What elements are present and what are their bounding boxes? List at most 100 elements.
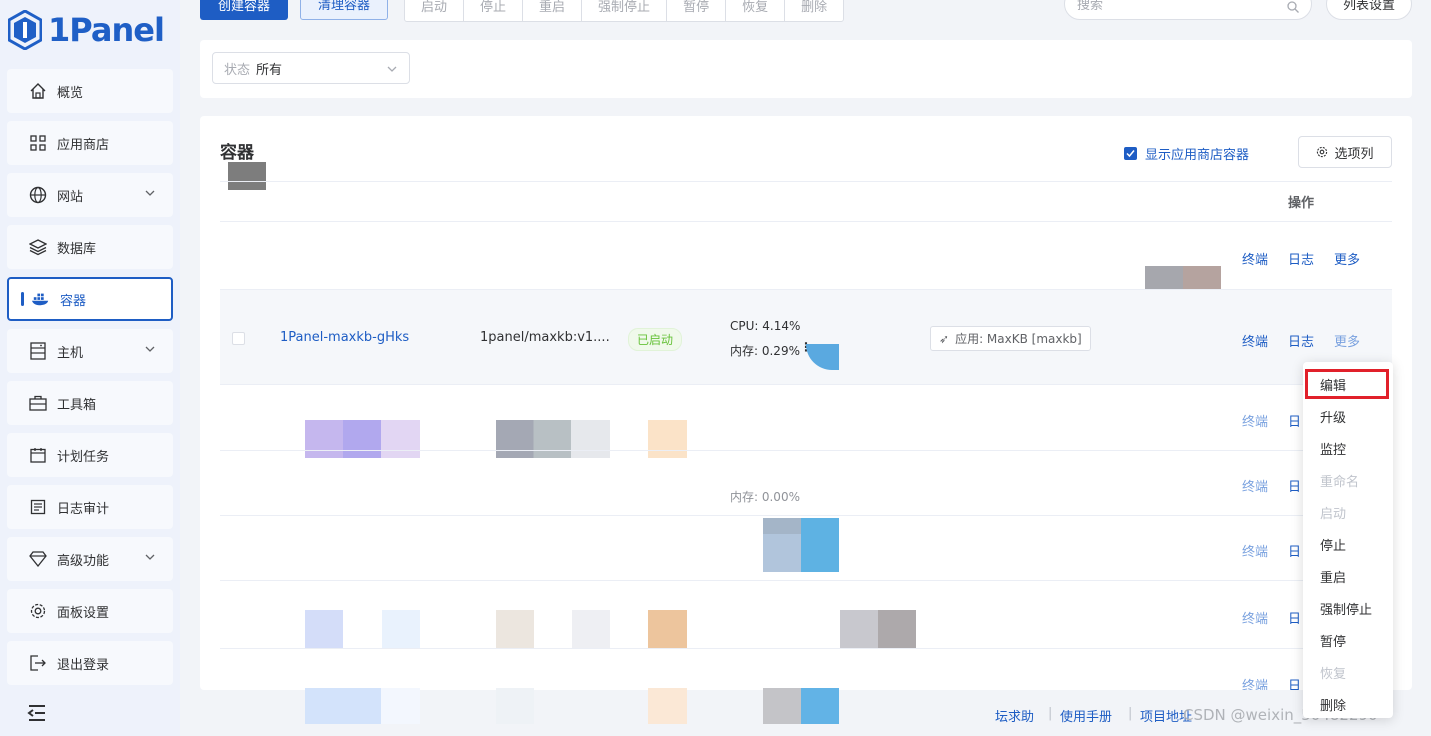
clean-container-button[interactable]: 清理容器 [300, 0, 388, 20]
sidebar-item-database[interactable]: 数据库 [7, 225, 173, 269]
app-tag-label: 应用: MaxKB [maxkb] [955, 332, 1082, 346]
sidebar-item-container[interactable]: 容器 [7, 277, 173, 321]
batch-restart-button[interactable]: 重启 [523, 0, 583, 21]
log-link[interactable]: 日志 [1288, 331, 1314, 350]
sidebar-item-label: 计划任务 [57, 449, 110, 465]
search-placeholder: 搜索 [1077, 0, 1104, 13]
dropdown-item-pause[interactable]: 暂停 [1320, 631, 1346, 650]
mosaic-block [648, 610, 687, 648]
sidebar-item-label: 高级功能 [57, 553, 110, 569]
more-link[interactable]: 更多 [1334, 331, 1360, 350]
sidebar-item-app-store[interactable]: 应用商店 [7, 121, 173, 165]
dropdown-item-restart[interactable]: 重启 [1320, 567, 1346, 586]
sidebar-item-label: 面板设置 [57, 605, 110, 621]
sidebar-item-advanced[interactable]: 高级功能 [7, 537, 173, 581]
dropdown-item-edit[interactable]: 编辑 [1320, 375, 1346, 394]
chevron-down-icon [145, 346, 155, 352]
dropdown-item-kill[interactable]: 强制停止 [1320, 599, 1372, 618]
log-link[interactable]: 日 [1288, 476, 1301, 495]
terminal-link[interactable]: 终端 [1242, 608, 1268, 627]
sidebar-item-panel-settings[interactable]: 面板设置 [7, 589, 173, 633]
row-checkbox[interactable] [232, 332, 245, 345]
terminal-link[interactable]: 终端 [1242, 331, 1268, 350]
sidebar-item-logout[interactable]: 退出登录 [7, 641, 173, 685]
dropdown-item-resume: 恢复 [1320, 667, 1347, 682]
sidebar-item-label: 主机 [57, 345, 84, 361]
collapse-menu-icon[interactable] [27, 704, 47, 722]
sidebar-item-label: 日志审计 [57, 501, 110, 517]
gear-icon [1317, 146, 1328, 158]
sidebar-item-label: 工具箱 [57, 397, 97, 413]
container-table-card: 容器 显示应用商店容器 选项列 操作 终端 日志 更多 1Panel-maxkb… [200, 116, 1412, 690]
log-link[interactable]: 日 [1288, 411, 1301, 430]
chevron-down-icon [387, 66, 397, 72]
log-link[interactable]: 日 [1288, 541, 1301, 560]
mosaic-block [763, 688, 839, 724]
logo[interactable]: 1Panel [8, 10, 165, 50]
batch-kill-button[interactable]: 强制停止 [582, 0, 668, 21]
more-dropdown-menu: 编辑 升级 监控 重命名 启动 停止 重启 强制停止 暂停 恢复 删除 [1303, 362, 1393, 718]
dropdown-item-upgrade[interactable]: 升级 [1320, 407, 1346, 426]
search-icon[interactable] [1287, 1, 1299, 13]
batch-stop-button[interactable]: 停止 [464, 0, 524, 21]
dropdown-item-stop[interactable]: 停止 [1320, 535, 1346, 554]
sidebar: 1Panel 概览 应用商店 网站 数据库 容器 主机 工具箱 计划任务 日志审… [0, 0, 180, 736]
batch-pause-button[interactable]: 暂停 [667, 0, 727, 21]
sidebar-item-label: 网站 [57, 189, 84, 205]
columns-button[interactable]: 选项列 [1298, 136, 1392, 168]
logo-text: 1Panel [48, 11, 165, 49]
cpu-usage: CPU: 4.14% [730, 319, 801, 333]
chevron-down-icon [145, 190, 155, 196]
checkbox-checked-icon [1124, 147, 1137, 160]
terminal-link[interactable]: 终端 [1242, 541, 1268, 560]
container-name-link[interactable]: 1Panel-maxkb-gHks [280, 330, 409, 345]
mosaic-block [382, 610, 420, 648]
toolbar: 创建容器 清理容器 启动 停止 重启 强制停止 暂停 恢复 删除 搜索 列表设置 [180, 0, 1431, 30]
mosaic-block [763, 534, 801, 572]
table-divider [220, 648, 1392, 649]
list-settings-button[interactable]: 列表设置 [1326, 0, 1412, 20]
show-app-containers-checkbox[interactable]: 显示应用商店容器 [1124, 144, 1249, 163]
sidebar-item-log-audit[interactable]: 日志审计 [7, 485, 173, 529]
mosaic-block [496, 420, 610, 458]
status-filter-select[interactable]: 状态 所有 [212, 52, 410, 84]
batch-resume-button[interactable]: 恢复 [726, 0, 786, 21]
batch-delete-button[interactable]: 删除 [785, 0, 843, 21]
mosaic-block [648, 420, 687, 458]
grid-icon [29, 134, 47, 152]
diamond-icon [29, 550, 47, 568]
footer-manual-link[interactable]: 使用手册 [1060, 706, 1112, 725]
terminal-link[interactable]: 终端 [1242, 476, 1268, 495]
table-divider [220, 515, 1392, 516]
log-link[interactable]: 日 [1288, 608, 1301, 627]
more-link[interactable]: 更多 [1334, 249, 1360, 268]
logo-hexagon-icon [8, 10, 42, 50]
log-link[interactable]: 日志 [1288, 249, 1314, 268]
sidebar-item-label: 应用商店 [57, 137, 110, 153]
create-container-button[interactable]: 创建容器 [200, 0, 288, 20]
docker-icon [32, 290, 50, 308]
sidebar-item-label: 退出登录 [57, 657, 110, 673]
mosaic-block [572, 610, 610, 648]
sidebar-item-toolbox[interactable]: 工具箱 [7, 381, 173, 425]
footer-forum-link[interactable]: 坛求助 [995, 706, 1034, 725]
app-tag[interactable]: ➶ 应用: MaxKB [maxkb] [930, 326, 1091, 351]
sidebar-item-label: 概览 [57, 85, 84, 101]
batch-start-button[interactable]: 启动 [405, 0, 465, 21]
dropdown-item-monitor[interactable]: 监控 [1320, 439, 1346, 458]
sidebar-item-host[interactable]: 主机 [7, 329, 173, 373]
sidebar-item-overview[interactable]: 概览 [7, 69, 173, 113]
sidebar-item-cron[interactable]: 计划任务 [7, 433, 173, 477]
home-icon [29, 82, 47, 100]
terminal-link[interactable]: 终端 [1242, 411, 1268, 430]
filter-card: 状态 所有 [200, 40, 1412, 98]
status-badge: 已启动 [628, 328, 683, 351]
terminal-link[interactable]: 终端 [1242, 675, 1268, 690]
sidebar-item-website[interactable]: 网站 [7, 173, 173, 217]
search-input[interactable]: 搜索 [1064, 0, 1312, 20]
log-icon [29, 498, 47, 516]
dropdown-item-delete[interactable]: 删除 [1320, 695, 1346, 714]
log-link[interactable]: 日 [1288, 675, 1301, 690]
terminal-link[interactable]: 终端 [1242, 249, 1268, 268]
footer-divider: | [1128, 706, 1133, 721]
